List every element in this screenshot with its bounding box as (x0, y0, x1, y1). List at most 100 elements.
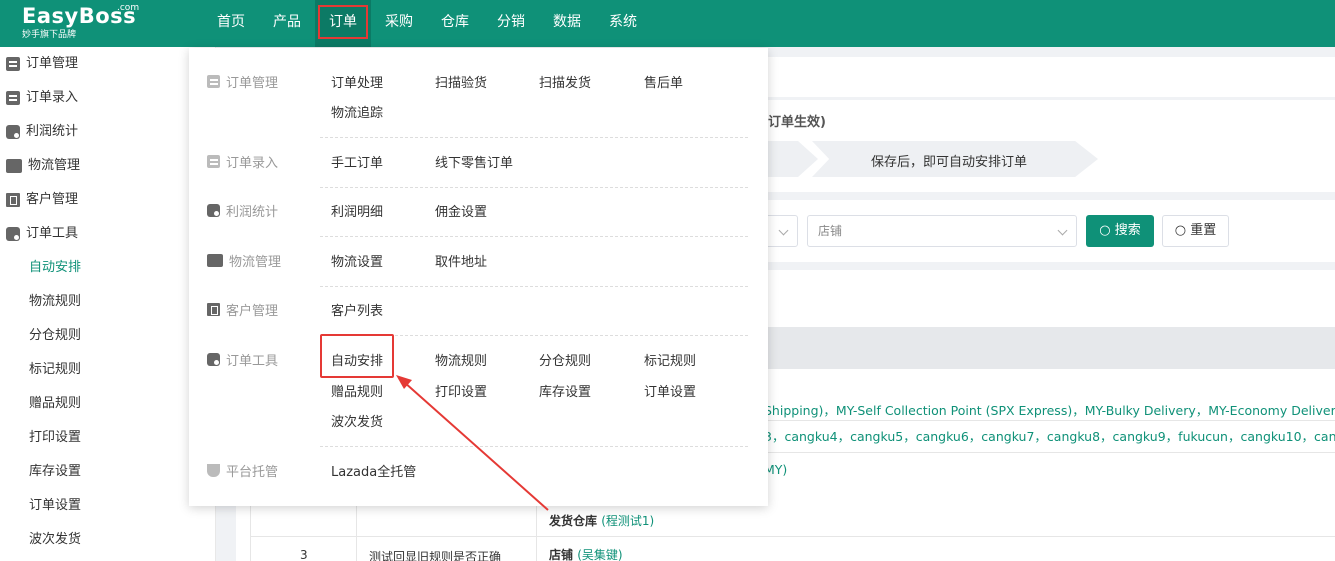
nav-products[interactable]: 产品 (259, 0, 315, 47)
nav-system[interactable]: 系统 (595, 0, 651, 47)
sidebar-group-profit[interactable]: 利润统计 (0, 115, 215, 149)
menu-link-logistics-settings[interactable]: 物流设置 (331, 251, 383, 270)
dropdown-category: 订单工具 (207, 350, 278, 369)
menu-link-commission[interactable]: 佣金设置 (435, 201, 487, 220)
dropdown-category-label: 订单工具 (226, 354, 279, 369)
reset-icon: ○ (1174, 223, 1187, 238)
highlight-box (320, 334, 394, 378)
menu-link-gift-rules[interactable]: 赠品规则 (331, 381, 383, 400)
row-warehouse-label: 发货仓库 (程测试1) (549, 512, 654, 529)
shop-select-placeholder: 店铺 (818, 224, 843, 238)
nav-warehouse[interactable]: 仓库 (427, 0, 483, 47)
shop-select[interactable]: 店铺 (807, 215, 1077, 247)
sidebar-item-order-settings[interactable]: 订单设置 (0, 489, 215, 523)
menu-link-print-settings[interactable]: 打印设置 (435, 381, 487, 400)
menu-link-wave-shipping[interactable]: 波次发货 (331, 411, 383, 430)
tools-icon (6, 227, 20, 241)
menu-link-offline-retail[interactable]: 线下零售订单 (435, 152, 513, 171)
sidebar-item-warehouse-rules[interactable]: 分仓规则 (0, 319, 215, 353)
row-shop-label-text: 店铺 (549, 548, 574, 561)
dropdown-divider (320, 187, 748, 188)
sidebar-group-customer[interactable]: 客户管理 (0, 183, 215, 217)
menu-link-order-settings[interactable]: 订单设置 (644, 381, 696, 400)
steps-hint: 订单生效) (768, 115, 826, 130)
menu-link-manual-order[interactable]: 手工订单 (331, 152, 383, 171)
dropdown-divider (320, 286, 748, 287)
sidebar-group-logistics[interactable]: 物流管理 (0, 149, 215, 183)
dropdown-category: 物流管理 (207, 251, 281, 270)
customer-icon (207, 303, 220, 316)
menu-link-pickup-address[interactable]: 取件地址 (435, 251, 487, 270)
nav-orders[interactable]: 订单 (315, 0, 371, 47)
sidebar-item-auto-arrange[interactable]: 自动安排 (0, 251, 215, 285)
sidebar: 订单管理 订单录入 利润统计 物流管理 客户管理 订单工具 自动安排 物流规则 … (0, 47, 216, 561)
sidebar-group-label: 订单录入 (26, 90, 79, 105)
orders-dropdown-menu: 订单管理 订单处理 扫描验货 扫描发货 售后单 物流追踪 订单录入 手工订单 线… (189, 48, 768, 506)
sidebar-group-label: 订单工具 (26, 226, 79, 241)
document-icon (6, 57, 20, 71)
dropdown-category: 平台托管 (207, 461, 278, 480)
top-navbar: EasyBoss .com 妙手旗下品牌 首页 产品 订单 采购 仓库 分销 数… (0, 0, 1335, 47)
logo[interactable]: EasyBoss .com 妙手旗下品牌 (22, 3, 139, 41)
nav-distribution[interactable]: 分销 (483, 0, 539, 47)
nav-data[interactable]: 数据 (539, 0, 595, 47)
sidebar-item-mark-rules[interactable]: 标记规则 (0, 353, 215, 387)
list-icon (207, 155, 220, 168)
menu-link-warehouse-rules[interactable]: 分仓规则 (539, 350, 591, 369)
dropdown-category-label: 订单录入 (226, 156, 279, 171)
menu-link-logistics-rules[interactable]: 物流规则 (435, 350, 487, 369)
dropdown-category: 客户管理 (207, 300, 278, 319)
menu-link-customer-list[interactable]: 客户列表 (331, 300, 383, 319)
menu-link-profit-detail[interactable]: 利润明细 (331, 201, 383, 220)
chevron-down-icon (1057, 225, 1068, 236)
nav-purchase[interactable]: 采购 (371, 0, 427, 47)
row-warehouse-label-text: 发货仓库 (549, 514, 598, 528)
search-button[interactable]: ○ 搜索 (1086, 215, 1154, 247)
menu-link-mark-rules[interactable]: 标记规则 (644, 350, 696, 369)
main-nav: 首页 产品 订单 采购 仓库 分销 数据 系统 (203, 0, 651, 47)
menu-link-stock-settings[interactable]: 库存设置 (539, 381, 591, 400)
search-icon: ○ (1099, 223, 1111, 238)
col-divider (356, 506, 357, 561)
warehouse-list: 3，cangku4，cangku5，cangku6，cangku7，cangku… (764, 429, 1335, 444)
menu-link-scan-ship[interactable]: 扫描发货 (539, 72, 591, 91)
nav-label: 分销 (497, 14, 525, 30)
dropdown-divider (320, 446, 748, 447)
customer-icon (6, 193, 20, 207)
dropdown-category-label: 订单管理 (226, 76, 279, 91)
nav-home[interactable]: 首页 (203, 0, 259, 47)
row-shop-value: (吴集键) (577, 548, 623, 561)
sidebar-group-label: 物流管理 (28, 158, 81, 173)
profit-icon (6, 125, 20, 139)
sidebar-item-logistics-rules[interactable]: 物流规则 (0, 285, 215, 319)
sidebar-item-wave-shipping[interactable]: 波次发货 (0, 523, 215, 557)
sidebar-item-gift-rules[interactable]: 赠品规则 (0, 387, 215, 421)
tools-icon (207, 353, 220, 366)
sidebar-group-order-manage[interactable]: 订单管理 (0, 47, 215, 81)
nav-label: 首页 (217, 14, 245, 30)
dropdown-divider (320, 236, 748, 237)
dropdown-divider (320, 137, 748, 138)
menu-link-after-sale[interactable]: 售后单 (644, 72, 683, 91)
chevron-down-icon (778, 225, 789, 236)
nav-label: 仓库 (441, 14, 469, 30)
sidebar-group-order-tools[interactable]: 订单工具 (0, 217, 215, 251)
sidebar-group-order-entry[interactable]: 订单录入 (0, 81, 215, 115)
step-2-label: 保存后，即可自动安排订单 (871, 155, 1028, 170)
menu-link-lazada-hosted[interactable]: Lazada全托管 (331, 461, 416, 480)
menu-link-logistics-track[interactable]: 物流追踪 (331, 102, 383, 121)
dropdown-category-label: 平台托管 (226, 465, 279, 480)
sidebar-group-label: 利润统计 (26, 124, 79, 139)
reset-button[interactable]: ○ 重置 (1162, 215, 1229, 247)
sidebar-group-label: 订单管理 (26, 56, 79, 71)
nav-label: 采购 (385, 14, 413, 30)
logo-subtitle: 妙手旗下品牌 (22, 30, 77, 40)
truck-icon (6, 159, 22, 173)
dropdown-category-label: 客户管理 (226, 304, 279, 319)
sidebar-item-stock-settings[interactable]: 库存设置 (0, 455, 215, 489)
sidebar-item-print-settings[interactable]: 打印设置 (0, 421, 215, 455)
menu-link-scan-inspect[interactable]: 扫描验货 (435, 72, 487, 91)
dropdown-category: 订单录入 (207, 152, 278, 171)
menu-link-order-process[interactable]: 订单处理 (331, 72, 383, 91)
logistics-list: Shipping)，MY-Self Collection Point (SPX … (764, 403, 1335, 418)
